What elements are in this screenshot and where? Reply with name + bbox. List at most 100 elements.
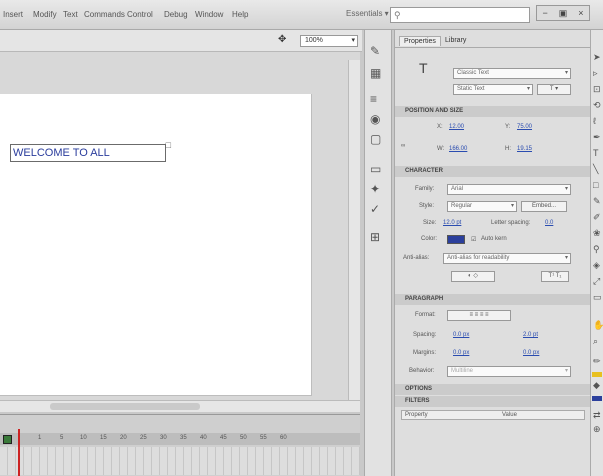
text-type-select[interactable]: Static Text ▾	[453, 84, 533, 95]
right-margin-value[interactable]: 0.0 px	[523, 350, 539, 356]
frame-number: 1	[38, 435, 42, 441]
code-snippets-icon[interactable]: ✓	[370, 202, 380, 216]
pen-tool-icon[interactable]: ✒	[593, 132, 601, 143]
maximize-button[interactable]: ▣	[559, 8, 568, 19]
library-icon[interactable]: ⊞	[370, 230, 380, 244]
fill-color-icon[interactable]: ◆	[593, 380, 600, 391]
components-icon[interactable]: ▭	[370, 162, 381, 176]
menu-modify[interactable]: Modify	[33, 10, 57, 19]
section-options[interactable]: OPTIONS	[395, 384, 591, 395]
zoom-select[interactable]: 100% ▾	[300, 35, 358, 47]
text-tool-icon[interactable]: T	[593, 148, 599, 158]
stage[interactable]: WELCOME TO ALL □	[0, 94, 312, 396]
auto-kern-checkbox[interactable]: ☑	[471, 236, 476, 243]
window-controls: − ▣ ×	[536, 5, 590, 21]
rectangle-tool-icon[interactable]: □	[593, 180, 598, 190]
orientation-button[interactable]: T ▾	[537, 84, 571, 95]
section-paragraph[interactable]: PARAGRAPH	[395, 294, 591, 305]
line-spacing-value[interactable]: 2.0 pt	[523, 332, 538, 338]
subselection-tool-icon[interactable]: ▹	[593, 68, 598, 79]
scrollbar-thumb[interactable]	[50, 403, 200, 410]
3d-rotation-tool-icon[interactable]: ⟲	[593, 100, 601, 111]
tab-properties[interactable]: Properties	[399, 36, 441, 46]
text-engine-select[interactable]: Classic Text ▾	[453, 68, 571, 79]
link-icon[interactable]: ∞	[401, 143, 405, 149]
font-style-select[interactable]: Regular ▾	[447, 201, 517, 212]
pencil-tool-icon[interactable]: ✎	[593, 196, 601, 207]
section-filters[interactable]: FILTERS	[395, 396, 591, 407]
menu-help[interactable]: Help	[232, 10, 248, 19]
frame-number: 10	[80, 435, 87, 441]
size-value[interactable]: 12.0 pt	[443, 220, 461, 226]
style-label: Style:	[419, 203, 435, 209]
section-position-size[interactable]: POSITION AND SIZE	[395, 106, 591, 117]
h-value[interactable]: 19.15	[517, 146, 532, 152]
menu-commands[interactable]: Commands	[84, 10, 125, 19]
lasso-tool-icon[interactable]: ℓ	[593, 116, 596, 126]
swap-colors-icon[interactable]: ⇄	[593, 410, 601, 421]
filters-column-value: Value	[502, 412, 517, 418]
timeline-frame-ruler[interactable]: 1 5 10 15 20 25 30 35 40 45 50 55 60	[0, 433, 360, 445]
menu-window[interactable]: Window	[195, 10, 223, 19]
superscript-subscript-button[interactable]: T¹ T₁	[541, 271, 569, 282]
horizontal-scrollbar[interactable]	[0, 400, 360, 412]
snap-to-objects-icon[interactable]: ⊕	[593, 424, 601, 435]
menu-insert[interactable]: Insert	[3, 10, 23, 19]
deco-tool-icon[interactable]: ❀	[593, 228, 601, 239]
w-value[interactable]: 166.00	[449, 146, 467, 152]
indent-value[interactable]: 0.0 px	[453, 332, 469, 338]
frame-number: 55	[260, 435, 267, 441]
edit-symbols-icon[interactable]: ✥	[278, 34, 286, 45]
playhead[interactable]	[18, 429, 20, 476]
motion-presets-icon[interactable]: ✦	[370, 182, 380, 196]
info-icon[interactable]: ◉	[370, 112, 380, 126]
bone-tool-icon[interactable]: ⚲	[593, 244, 600, 255]
color-icon[interactable]: ✎	[370, 44, 380, 58]
eraser-tool-icon[interactable]: ▭	[593, 292, 602, 303]
font-style-value: Regular	[451, 203, 473, 209]
x-value[interactable]: 12.00	[449, 124, 464, 130]
fill-color-swatch[interactable]	[592, 396, 602, 401]
resize-handle-icon[interactable]: □	[166, 137, 171, 153]
anti-alias-value: Anti-alias for readability	[447, 255, 510, 261]
brush-tool-icon[interactable]: ✐	[593, 212, 601, 223]
font-family-select[interactable]: Arial ▾	[447, 184, 571, 195]
transform-icon[interactable]: ▢	[370, 132, 381, 146]
anti-alias-select[interactable]: Anti-alias for readability ▾	[443, 253, 571, 264]
tab-library[interactable]: Library	[441, 36, 470, 45]
left-margin-value[interactable]: 0.0 px	[453, 350, 469, 356]
menu-text[interactable]: Text	[63, 10, 78, 19]
embed-button[interactable]: Embed...	[521, 201, 567, 212]
text-color-swatch[interactable]	[447, 235, 465, 244]
menu-debug[interactable]: Debug	[164, 10, 188, 19]
auto-kern-label: Auto kern	[481, 236, 507, 242]
selection-tool-icon[interactable]: ➤	[593, 52, 601, 63]
minimize-button[interactable]: −	[542, 8, 547, 18]
close-button[interactable]: ×	[578, 8, 583, 18]
swatches-icon[interactable]: ▦	[370, 66, 381, 80]
frame-number: 35	[180, 435, 187, 441]
section-character[interactable]: CHARACTER	[395, 166, 591, 177]
paint-bucket-tool-icon[interactable]: ◈	[593, 260, 600, 271]
letter-spacing-value[interactable]: 0.0	[545, 220, 553, 226]
text-field[interactable]: WELCOME TO ALL □	[10, 140, 171, 162]
hand-tool-icon[interactable]: ✋	[593, 320, 603, 331]
free-transform-tool-icon[interactable]: ⊡	[593, 84, 601, 95]
align-buttons[interactable]: ≡ ≡ ≡ ≡	[447, 310, 511, 321]
spacing-label: Spacing:	[413, 332, 437, 338]
vertical-scrollbar[interactable]	[348, 60, 360, 400]
align-icon[interactable]: ≡	[370, 92, 377, 106]
stroke-color-swatch[interactable]	[592, 372, 602, 377]
timeline-layer-row[interactable]	[0, 447, 360, 475]
line-tool-icon[interactable]: ╲	[593, 164, 598, 175]
zoom-tool-icon[interactable]: ⌕	[593, 336, 598, 347]
layer-icon[interactable]	[3, 435, 12, 444]
menu-control[interactable]: Control	[127, 10, 153, 19]
behavior-select[interactable]: Multiline ▾	[447, 366, 571, 377]
workspace-switcher[interactable]: Essentials ▾	[346, 9, 389, 18]
y-value[interactable]: 75.00	[517, 124, 532, 130]
help-search-input[interactable]: ⚲	[390, 7, 530, 23]
stroke-color-icon[interactable]: ✏	[593, 356, 601, 367]
selectable-toggle[interactable]: ◐ ◇	[451, 271, 495, 282]
eyedropper-tool-icon[interactable]: ⤢	[593, 276, 600, 287]
